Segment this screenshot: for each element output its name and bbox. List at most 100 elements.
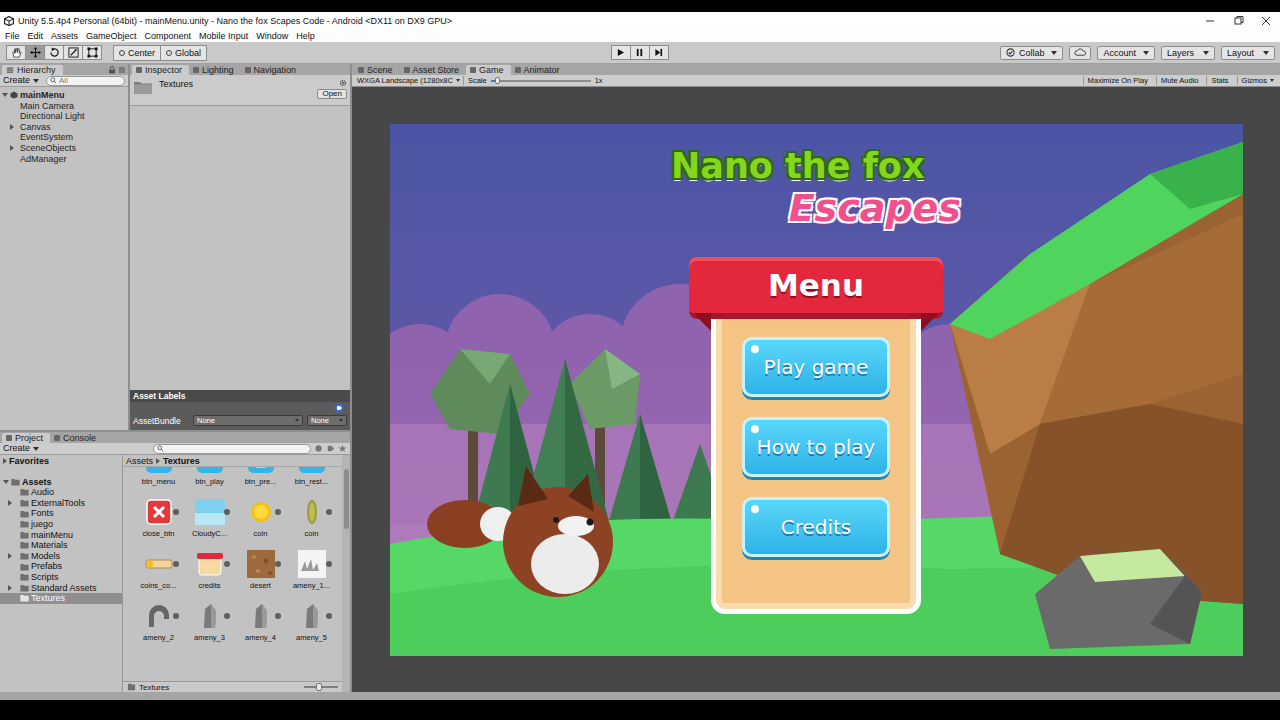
menu-item[interactable]: Edit	[24, 30, 48, 42]
game-toggle[interactable]: Maximize On Play	[1083, 76, 1152, 85]
hierarchy-item[interactable]: Main Camera	[0, 101, 128, 112]
folder-row[interactable]: Standard Assets	[0, 583, 122, 594]
pivot-button[interactable]: Global	[160, 45, 207, 61]
folder-row[interactable]: juego	[0, 519, 122, 530]
project-search[interactable]	[153, 444, 311, 454]
asset-item[interactable]: coin	[286, 497, 337, 549]
menu-item[interactable]: Assets	[47, 30, 82, 42]
step-button[interactable]	[649, 45, 669, 60]
panel-menu-icon[interactable]	[118, 66, 126, 74]
sprite-expand-icon[interactable]	[173, 561, 179, 567]
folder-row[interactable]: Materials	[0, 540, 122, 551]
pivot-button[interactable]: Center	[113, 45, 161, 61]
view-tab[interactable]: Asset Store	[400, 65, 467, 75]
filter-label-icon[interactable]	[326, 444, 335, 453]
folder-row[interactable]: Textures	[0, 593, 122, 604]
folder-row[interactable]: ExternalTools	[0, 498, 122, 509]
folder-row[interactable]: mainMenu	[0, 530, 122, 541]
scene-row[interactable]: mainMenu	[0, 90, 128, 101]
asset-variant-dropdown[interactable]: None	[307, 415, 347, 426]
menu-button[interactable]: Credits	[742, 497, 890, 557]
play-button[interactable]	[611, 45, 631, 60]
sprite-expand-icon[interactable]	[326, 613, 332, 619]
sprite-expand-icon[interactable]	[224, 561, 230, 567]
tool-button[interactable]	[6, 45, 26, 60]
expand-icon[interactable]	[8, 553, 12, 559]
breadcrumb-item[interactable]: Assets	[126, 456, 153, 466]
hierarchy-item[interactable]: EventSystem	[0, 132, 128, 143]
favorite-star-icon[interactable]	[338, 444, 347, 453]
breadcrumb-item[interactable]: Textures	[163, 456, 200, 466]
project-tab[interactable]: Console	[50, 433, 103, 443]
asset-item[interactable]: ameny_2	[133, 601, 184, 653]
tool-button[interactable]	[25, 45, 45, 60]
layout-dropdown[interactable]: Layout	[1221, 46, 1275, 60]
create-dropdown[interactable]: Create	[3, 75, 43, 86]
menu-item[interactable]: Component	[141, 30, 196, 42]
hierarchy-search[interactable]: All	[46, 76, 125, 86]
lock-icon[interactable]	[108, 66, 116, 74]
tool-button[interactable]	[63, 45, 83, 60]
view-tab[interactable]: Animator	[511, 65, 567, 75]
scale-slider[interactable]	[491, 80, 591, 82]
tool-button[interactable]	[82, 45, 102, 60]
folder-row[interactable]: Fonts	[0, 508, 122, 519]
menu-button[interactable]: How to play	[742, 417, 890, 477]
menu-button[interactable]: Play game	[742, 337, 890, 397]
sprite-expand-icon[interactable]	[224, 613, 230, 619]
expand-icon[interactable]	[3, 458, 7, 464]
minimize-icon[interactable]	[1196, 14, 1224, 28]
view-tab[interactable]: Game	[466, 65, 511, 75]
asset-item[interactable]: btn_menu	[133, 467, 184, 497]
asset-item[interactable]: coin	[235, 497, 286, 549]
game-toggle[interactable]: Stats	[1206, 76, 1232, 85]
hierarchy-item[interactable]: AdManager	[0, 154, 128, 165]
expand-icon[interactable]	[10, 145, 14, 151]
tag-icon[interactable]	[334, 403, 344, 413]
project-tab[interactable]: Project	[2, 433, 50, 443]
asset-item[interactable]: ameny_1...	[286, 549, 337, 601]
game-toggle[interactable]: Mute Audio	[1156, 76, 1203, 85]
menu-item[interactable]: Mobile Input	[195, 30, 252, 42]
sprite-expand-icon[interactable]	[224, 509, 230, 515]
menu-item[interactable]: Help	[292, 30, 319, 42]
menu-item[interactable]: File	[1, 30, 24, 42]
sprite-expand-icon[interactable]	[326, 509, 332, 515]
favorites-row[interactable]: Favorites	[0, 456, 122, 467]
sprite-expand-icon[interactable]	[173, 509, 179, 515]
asset-item[interactable]: ameny_3	[184, 601, 235, 653]
view-tab[interactable]: Scene	[354, 65, 400, 75]
asset-scrollbar[interactable]	[342, 455, 350, 692]
sprite-expand-icon[interactable]	[275, 613, 281, 619]
menu-item[interactable]: Window	[252, 30, 292, 42]
sprite-expand-icon[interactable]	[326, 561, 332, 567]
expand-icon[interactable]	[10, 124, 14, 130]
scroll-thumb[interactable]	[344, 469, 349, 529]
hierarchy-item[interactable]: Canvas	[0, 122, 128, 133]
folder-row[interactable]: Scripts	[0, 572, 122, 583]
asset-item[interactable]: credits	[184, 549, 235, 601]
tool-button[interactable]	[44, 45, 64, 60]
expand-icon[interactable]	[2, 93, 8, 97]
menu-item[interactable]: GameObject	[82, 30, 141, 42]
assets-row[interactable]: Assets	[0, 477, 122, 488]
collab-dropdown[interactable]: Collab	[1000, 46, 1064, 60]
create-dropdown[interactable]: Create	[3, 443, 43, 454]
gear-icon[interactable]	[339, 79, 347, 87]
hierarchy-item[interactable]: SceneObjects	[0, 143, 128, 154]
resolution-dropdown[interactable]: WXGA Landscape (1280x8C	[354, 76, 464, 85]
close-icon[interactable]	[1252, 14, 1280, 28]
folder-row[interactable]: Models	[0, 551, 122, 562]
layers-dropdown[interactable]: Layers	[1161, 46, 1215, 60]
slider-thumb[interactable]	[495, 77, 500, 84]
restore-icon[interactable]	[1224, 14, 1252, 28]
slider-thumb[interactable]	[316, 683, 322, 691]
hierarchy-item[interactable]: Directional Light	[0, 111, 128, 122]
filter-type-icon[interactable]	[314, 444, 323, 453]
hierarchy-tab[interactable]: Hierarchy	[2, 65, 63, 75]
inspector-tab[interactable]: Inspector	[132, 65, 189, 75]
asset-bundle-dropdown[interactable]: None	[193, 415, 303, 426]
pause-button[interactable]	[630, 45, 650, 60]
asset-item[interactable]: desert	[235, 549, 286, 601]
thumbnail-size-slider[interactable]	[304, 686, 338, 688]
